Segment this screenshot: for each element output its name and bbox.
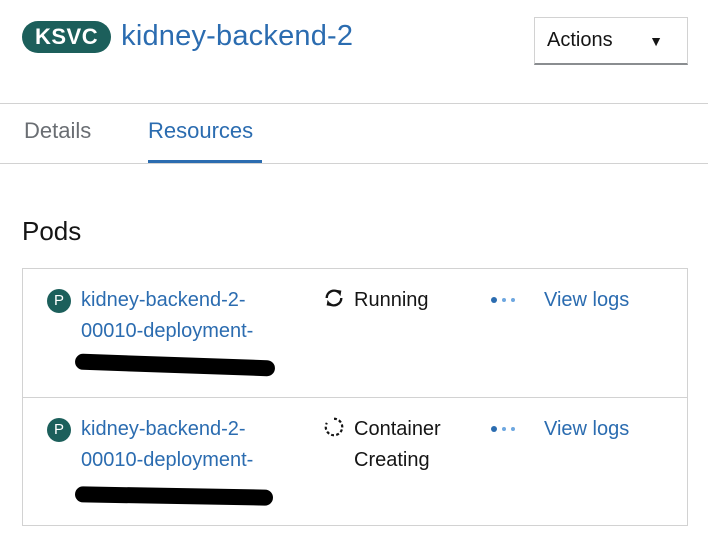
pod-status-line: Container (354, 418, 441, 440)
pod-row: P kidney-backend-2- 00010-deployment- Co… (23, 398, 687, 526)
pod-name-line: kidney-backend-2- (81, 289, 246, 311)
redaction-mark (74, 486, 274, 506)
pods-list: P kidney-backend-2- 00010-deployment- Ru… (22, 268, 688, 526)
pod-status: Running (354, 285, 474, 316)
redaction-mark (74, 353, 276, 377)
actions-label: Actions (547, 29, 613, 51)
kebab-menu-icon[interactable] (489, 418, 519, 442)
pod-name-line: 00010-deployment- (81, 449, 254, 471)
pod-status-line: Creating (354, 449, 430, 471)
caret-down-icon: ▼ (649, 32, 663, 49)
tab-bar: Details Resources (0, 104, 708, 164)
kebab-menu-icon[interactable] (489, 289, 519, 313)
pod-row: P kidney-backend-2- 00010-deployment- Ru… (23, 269, 687, 398)
pod-name-link[interactable]: kidney-backend-2- 00010-deployment- (81, 285, 301, 347)
tab-details[interactable]: Details (24, 118, 91, 144)
section-title: Pods (22, 216, 82, 246)
sync-icon (325, 289, 343, 307)
view-logs-link[interactable]: View logs (544, 414, 629, 445)
page-title: kidney-backend-2 (121, 20, 354, 52)
pod-icon: P (47, 418, 71, 442)
tab-resources[interactable]: Resources (148, 118, 253, 144)
resource-type-badge: KSVC (22, 20, 112, 53)
actions-dropdown[interactable]: Actions ▼ (534, 17, 688, 65)
pod-status-line: Running (354, 289, 429, 311)
pod-name-line: 00010-deployment- (81, 320, 254, 342)
pod-name-line: kidney-backend-2- (81, 418, 246, 440)
pod-status: Container Creating (354, 414, 474, 476)
active-tab-indicator (148, 160, 262, 163)
in-progress-icon (324, 417, 344, 437)
pod-icon: P (47, 289, 71, 313)
view-logs-link[interactable]: View logs (544, 285, 629, 316)
page-header: KSVC kidney-backend-2 (22, 20, 353, 53)
pod-name-link[interactable]: kidney-backend-2- 00010-deployment- (81, 414, 301, 476)
